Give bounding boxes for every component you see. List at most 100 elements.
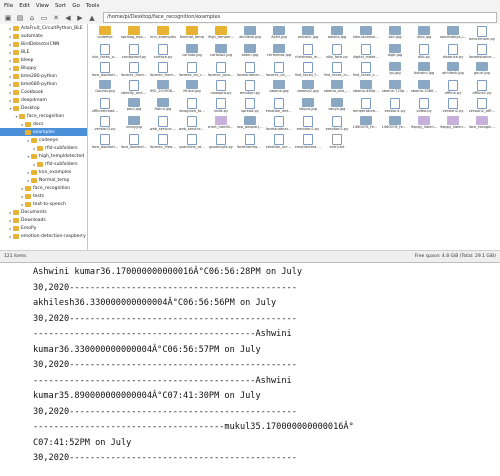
file-item[interactable]: knn_examples: [149, 26, 177, 44]
file-item[interactable]: spread.py: [236, 98, 264, 116]
file-item[interactable]: temperature.py: [352, 98, 380, 116]
file-item[interactable]: face_recognition.mp3: [468, 116, 496, 134]
file-item[interactable]: quantime_atlas.py: [178, 134, 206, 152]
sidebar-item[interactable]: ▸ bme680-python: [0, 80, 87, 88]
file-item[interactable]: carlsdo2.jpg: [207, 44, 235, 62]
file-item[interactable]: Gaurav.jpg: [91, 80, 119, 98]
file-item[interactable]: offline.py: [439, 80, 467, 98]
sidebar-item[interactable]: ▾ examples: [0, 128, 87, 136]
sidebar-item[interactable]: ▸ emotion-detection-raspberry: [0, 232, 87, 240]
file-item[interactable]: goodnight.py: [207, 134, 235, 152]
file-item[interactable]: shipra.jpg: [294, 98, 322, 116]
file-item[interactable]: find_facial_features.py: [294, 62, 322, 80]
menu-go[interactable]: Go: [72, 3, 80, 9]
file-item[interactable]: facerec_on_raspberry_pi.py: [178, 62, 206, 80]
file-item[interactable]: recognize_faces_in_pictures.py: [178, 98, 206, 116]
file-item[interactable]: obama_and_biden.jpg: [323, 80, 351, 98]
path-input[interactable]: /home/pi/Desktop/face_recognition/exampl…: [103, 12, 497, 23]
sidebar-item[interactable]: ▸ docs: [0, 120, 87, 128]
file-item[interactable]: facelandmark.py: [236, 62, 264, 80]
sidebar-item[interactable]: ▸ Normal_temp: [0, 176, 87, 184]
file-item[interactable]: dlib_face.py: [323, 44, 351, 62]
file-item[interactable]: emotion2.py: [294, 116, 322, 134]
file-item[interactable]: redis.py: [207, 98, 235, 116]
file-item[interactable]: christmas_mask.py: [294, 44, 322, 62]
file-item[interactable]: gauri.jpg: [468, 62, 496, 80]
file-item[interactable]: emotion_detection.py: [265, 98, 293, 116]
file-item[interactable]: paul.jpg: [120, 98, 148, 116]
sidebar-item[interactable]: ▾ Desktop: [0, 104, 87, 112]
file-item[interactable]: High_temperature: [207, 26, 235, 44]
trash-icon[interactable]: ✕: [51, 13, 61, 23]
file-item[interactable]: facerec_on_webcam.py: [265, 62, 293, 80]
file-item[interactable]: face_doorbell.py: [91, 62, 119, 80]
file-item[interactable]: Ashwini.jpg: [410, 62, 438, 80]
sidebar-item[interactable]: ▸ Documents: [0, 208, 87, 216]
file-item[interactable]: akhilesh.jpg: [236, 26, 264, 44]
file-item[interactable]: version3.py: [91, 116, 119, 134]
menu-sort[interactable]: Sort: [55, 3, 66, 9]
file-item[interactable]: obama.jpg: [265, 80, 293, 98]
file-item[interactable]: carface.py: [149, 44, 177, 62]
file-item[interactable]: two_people.jpg: [236, 116, 264, 134]
file-item[interactable]: aashia.jpg: [323, 26, 351, 44]
file-item[interactable]: version2_offline.py: [468, 98, 496, 116]
file-item[interactable]: Rahul.jpg: [149, 98, 177, 116]
file-item[interactable]: cardsproof.py: [120, 44, 148, 62]
sidebar-item[interactable]: ▸ knn_examples: [0, 168, 87, 176]
sidebar-item[interactable]: ▸ text-to-speech: [0, 200, 87, 208]
file-item[interactable]: obama-480p.jpg: [352, 80, 380, 98]
back-icon[interactable]: ◀: [63, 13, 73, 23]
new-window-icon[interactable]: ▣: [3, 13, 13, 23]
file-item[interactable]: benchmark.py: [468, 26, 496, 44]
sidebar-item[interactable]: ▸ codeeye: [0, 136, 87, 144]
file-item[interactable]: entry.txt: [323, 134, 351, 152]
sidebar-item[interactable]: ▸ face_recognition: [0, 184, 87, 192]
file-item[interactable]: vinay.jpg: [120, 116, 148, 134]
file-item[interactable]: emotion.py: [236, 80, 264, 98]
file-item[interactable]: Mukul.jpg: [178, 80, 206, 98]
file-item[interactable]: web_service_example.py: [178, 116, 206, 134]
file-item[interactable]: Normal_temp: [178, 26, 206, 44]
file-item[interactable]: identify_and_draw.py: [120, 80, 148, 98]
file-item[interactable]: distance.py: [439, 44, 467, 62]
sidebar-item[interactable]: ▸ Downloads: [0, 216, 87, 224]
sidebar-item[interactable]: ▸ rfid-subfolders: [0, 144, 87, 152]
file-item[interactable]: find_faces_in_picture.py: [323, 62, 351, 80]
file-item[interactable]: akhilesh.jpg: [439, 62, 467, 80]
menu-edit[interactable]: Edit: [19, 3, 30, 9]
sidebar-item[interactable]: ▸ rfid-subfolders: [0, 160, 87, 168]
file-item[interactable]: emotion_screen.py: [265, 134, 293, 152]
file-item[interactable]: carlsdo.jpg: [178, 44, 206, 62]
file-item[interactable]: face_doorbell.py: [91, 134, 119, 152]
file-item[interactable]: bandhakiya.jpg: [439, 26, 467, 44]
sidebar-item[interactable]: ▸ BirdDetectorCNN: [0, 40, 87, 48]
file-item[interactable]: facelandmark.py: [265, 116, 293, 134]
file-item[interactable]: gu.jpg: [381, 62, 409, 80]
file-item[interactable]: facerec_from_webcam_faster.py: [149, 62, 177, 80]
file-item[interactable]: emotiontest.py: [294, 134, 322, 152]
file-item[interactable]: short_hamilton_clip.mp4: [207, 116, 235, 134]
file-item[interactable]: apriltag_examples: [120, 26, 148, 44]
sidebar-item[interactable]: ▸ bme280-python: [0, 72, 87, 80]
file-item[interactable]: find_faces_cnn.py: [352, 62, 380, 80]
file-item[interactable]: newapro.py: [207, 80, 235, 98]
sidebar-item[interactable]: ▸ Bluppy: [0, 64, 87, 72]
file-item[interactable]: facedistance.py: [468, 44, 496, 62]
file-item[interactable]: version1.py: [381, 98, 409, 116]
file-item[interactable]: version2.py: [439, 98, 467, 116]
file-item[interactable]: obama2.jpg: [294, 80, 322, 98]
file-item[interactable]: Akhil.jpg: [265, 26, 293, 44]
file-item[interactable]: facethermometer.py: [236, 134, 264, 152]
file-item[interactable]: biden.jpg: [236, 44, 264, 62]
file-item[interactable]: facerec_ipcamera.py: [207, 62, 235, 80]
file-item[interactable]: christmas.jpg: [265, 44, 293, 62]
file-item[interactable]: tanya.jpg: [323, 98, 351, 116]
file-item[interactable]: 1460076_female2.jpg: [381, 116, 409, 134]
file-item[interactable]: digit.jpg: [381, 44, 409, 62]
file-item[interactable]: 4Ind.jpg: [410, 26, 438, 44]
file-item[interactable]: ash.jpg: [381, 26, 409, 44]
desktop-icon[interactable]: ▭: [39, 13, 49, 23]
file-item[interactable]: alex-lacamoir.jpg: [352, 26, 380, 44]
menu-tools[interactable]: Tools: [86, 3, 100, 9]
